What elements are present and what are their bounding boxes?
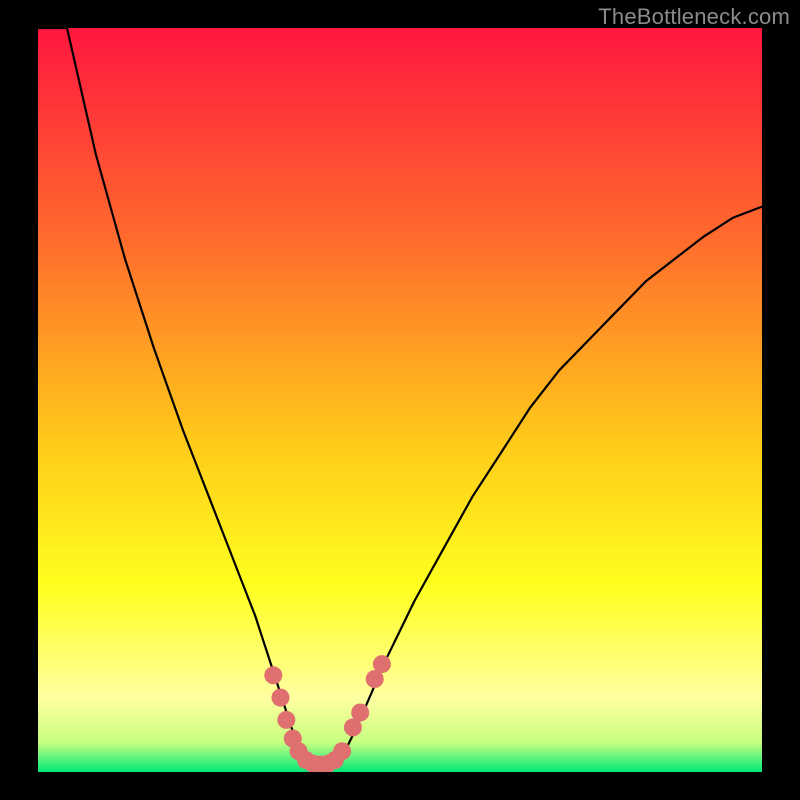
highlight-marker (277, 711, 295, 729)
highlight-marker (373, 655, 391, 673)
chart-frame: TheBottleneck.com (0, 0, 800, 800)
highlight-marker (333, 742, 351, 760)
attribution-label: TheBottleneck.com (598, 4, 790, 30)
gradient-background (38, 28, 762, 772)
bottleneck-chart (38, 28, 762, 772)
highlight-marker (272, 689, 290, 707)
highlight-marker (351, 704, 369, 722)
highlight-marker (264, 666, 282, 684)
plot-area (38, 28, 762, 772)
